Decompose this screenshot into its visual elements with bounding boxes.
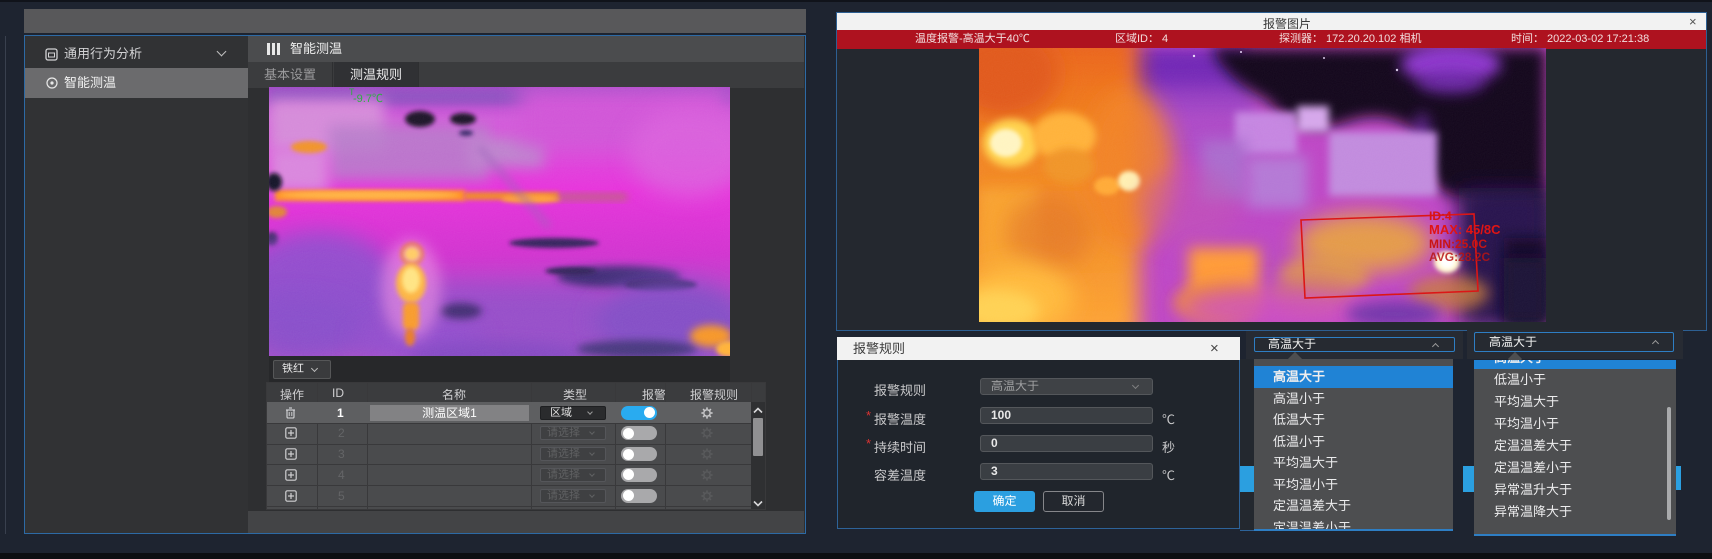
svg-text:AVG:28.2C: AVG:28.2C — [1429, 250, 1490, 264]
svg-text:MAX: 45/8C: MAX: 45/8C — [1429, 222, 1501, 237]
svg-text:-9.7℃: -9.7℃ — [353, 93, 383, 105]
svg-text:ID:4: ID:4 — [1429, 209, 1452, 223]
svg-text:MIN:25.0C: MIN:25.0C — [1429, 237, 1487, 251]
